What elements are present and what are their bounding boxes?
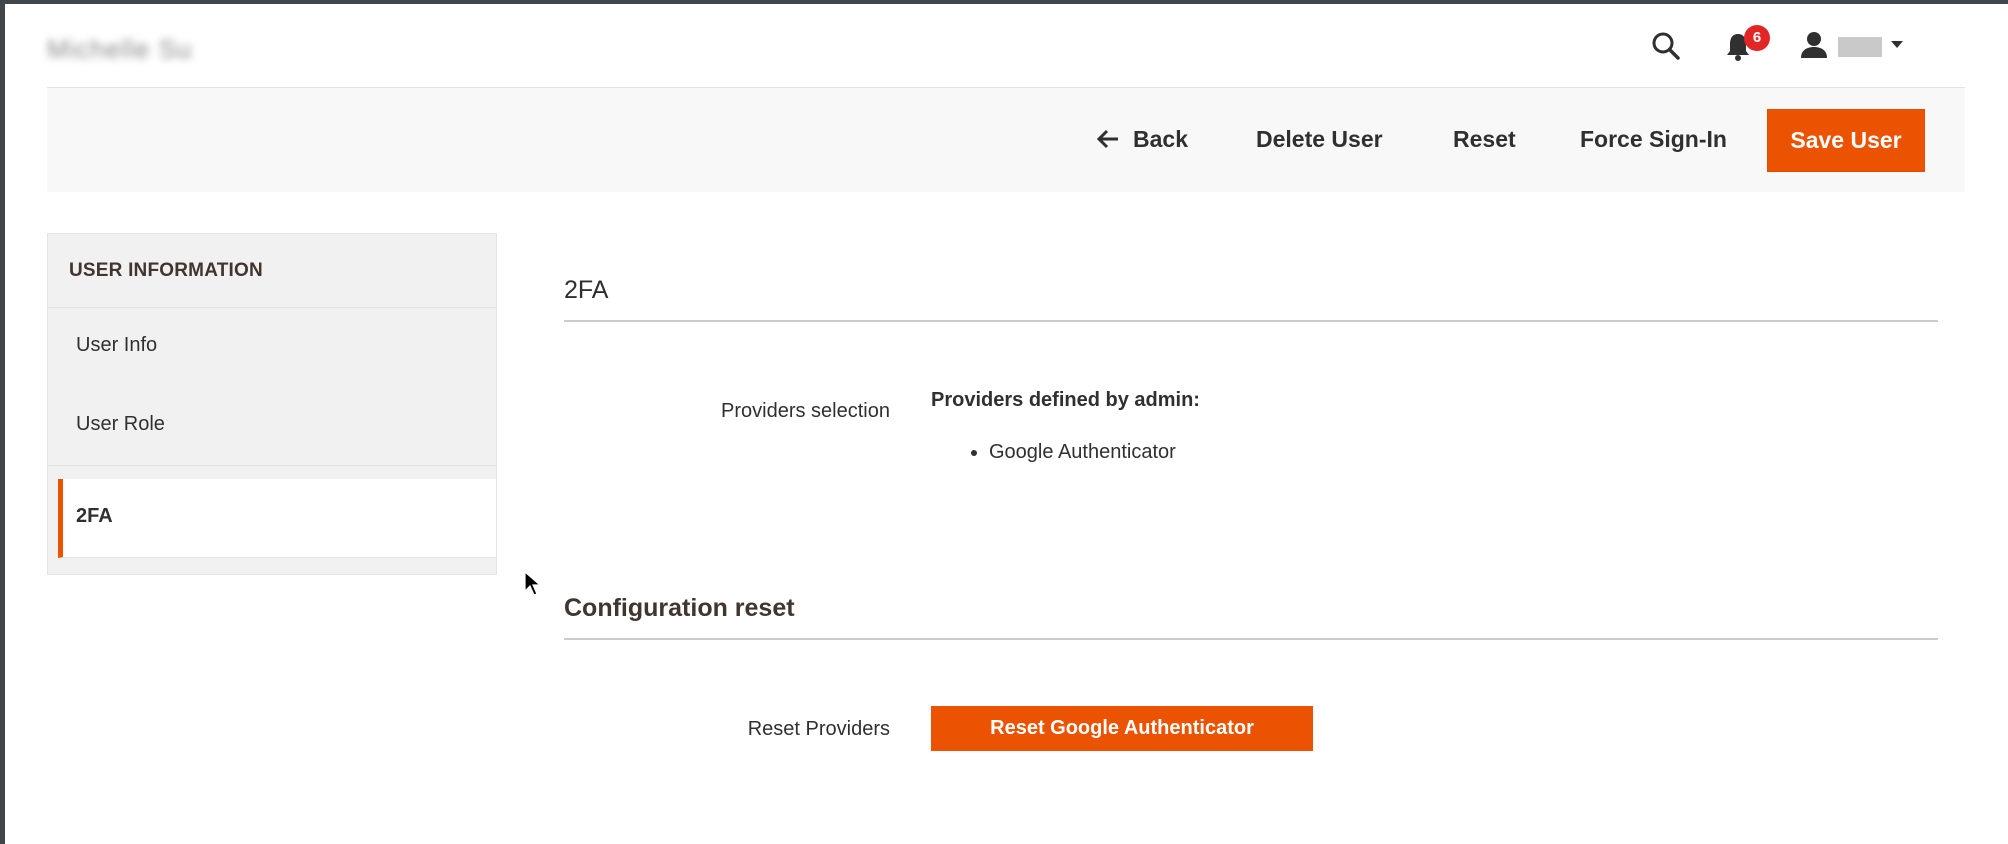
sidebar-item-label: User Role bbox=[76, 413, 165, 435]
sidebar-item-label: 2FA bbox=[76, 505, 113, 527]
notification-badge[interactable]: 6 bbox=[1744, 25, 1770, 51]
reset-button[interactable]: Reset bbox=[1453, 126, 1516, 153]
user-icon[interactable] bbox=[1798, 30, 1830, 62]
user-information-sidebar: USER INFORMATION User Info User Role 2FA bbox=[47, 233, 497, 575]
sidebar-item-user-info[interactable]: User Info bbox=[48, 308, 496, 387]
providers-list: Google Authenticator bbox=[989, 441, 1176, 464]
section-divider bbox=[564, 320, 1938, 322]
providers-heading: Providers defined by admin: bbox=[931, 389, 1200, 411]
back-label: Back bbox=[1133, 126, 1188, 152]
search-icon[interactable] bbox=[1650, 30, 1682, 62]
list-item: Google Authenticator bbox=[989, 441, 1176, 464]
reset-providers-label: Reset Providers bbox=[747, 718, 890, 740]
page-title: Michelle Su bbox=[47, 34, 193, 64]
providers-selection-label: Providers selection bbox=[721, 400, 890, 422]
section-title-configuration-reset: Configuration reset bbox=[564, 594, 795, 622]
chevron-down-icon[interactable] bbox=[1891, 41, 1903, 48]
force-sign-in-button[interactable]: Force Sign-In bbox=[1580, 126, 1727, 153]
user-name[interactable]: user bbox=[1838, 37, 1882, 57]
save-user-button[interactable]: Save User bbox=[1767, 109, 1925, 172]
delete-user-button[interactable]: Delete User bbox=[1256, 126, 1383, 153]
sidebar-title: USER INFORMATION bbox=[48, 234, 496, 308]
mouse-cursor-icon bbox=[524, 571, 542, 596]
back-button[interactable]: Back bbox=[1097, 126, 1188, 153]
sidebar-item-user-role[interactable]: User Role bbox=[48, 387, 496, 466]
section-divider bbox=[564, 638, 1938, 640]
arrow-left-icon bbox=[1097, 129, 1118, 149]
page-actions-bar: Back Delete User Reset Force Sign-In Sav… bbox=[47, 88, 1965, 192]
reset-google-authenticator-button[interactable]: Reset Google Authenticator bbox=[931, 706, 1313, 751]
sidebar-item-2fa[interactable]: 2FA bbox=[58, 479, 496, 558]
sidebar-item-label: User Info bbox=[76, 334, 158, 356]
section-title-2fa: 2FA bbox=[564, 276, 609, 304]
